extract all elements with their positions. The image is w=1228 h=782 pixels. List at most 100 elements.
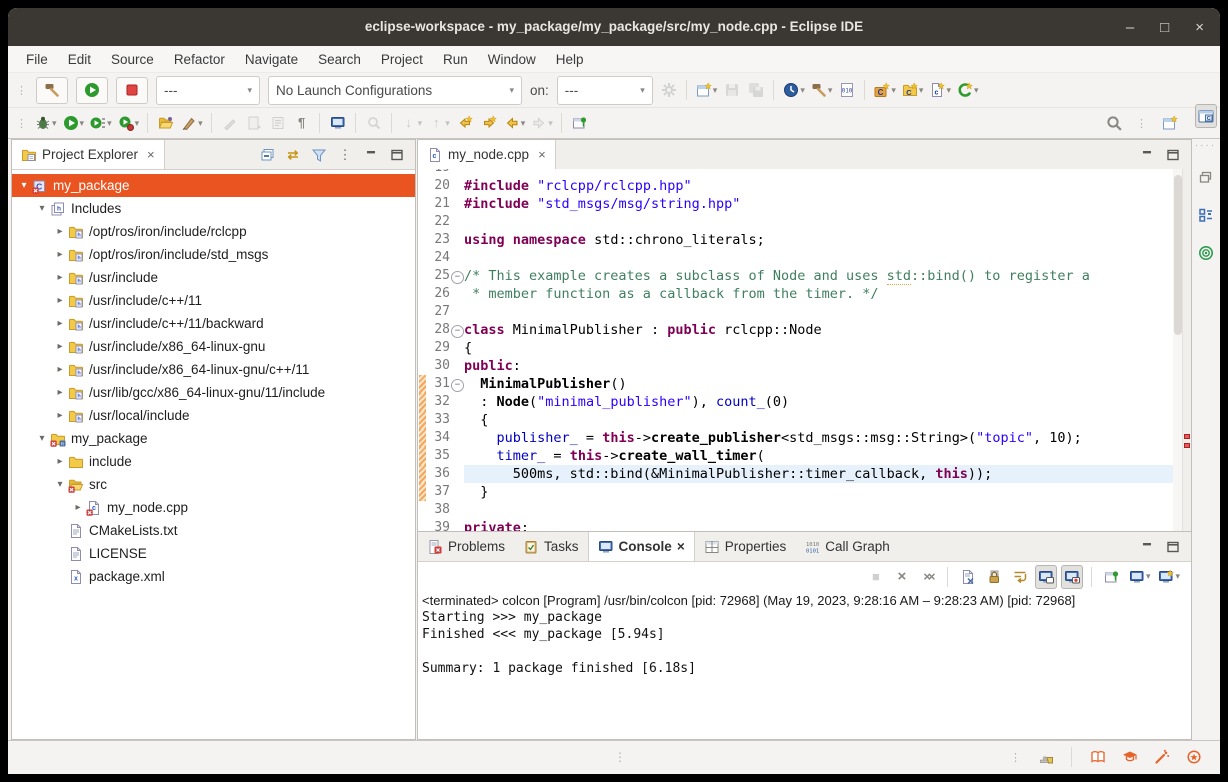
debug-last-button[interactable]: ▾ xyxy=(781,78,807,102)
close-icon[interactable]: × xyxy=(677,539,685,554)
launch-mode-combo[interactable]: ---▾ xyxy=(156,76,260,105)
tree-item[interactable]: LICENSE xyxy=(12,542,415,565)
expander-icon[interactable]: ▸ xyxy=(52,226,68,237)
tab-project-explorer[interactable]: Project Explorer× xyxy=(12,140,165,169)
project-tree[interactable]: ▾Cmy_package▾hIncludes▸h/opt/ros/iron/in… xyxy=(12,169,415,739)
fold-collapse-icon[interactable]: − xyxy=(451,325,464,338)
debug-button[interactable]: ▾ xyxy=(33,111,59,135)
launch-build-button[interactable] xyxy=(36,77,68,104)
expander-icon[interactable]: ▾ xyxy=(34,433,50,444)
toggle-mark-button[interactable] xyxy=(219,111,241,135)
tree-item[interactable]: ▾Rmy_package xyxy=(12,427,415,450)
link-doc-button[interactable] xyxy=(243,111,265,135)
pin-editor-button[interactable] xyxy=(569,111,591,135)
tree-item[interactable]: ▾src xyxy=(12,473,415,496)
remove-launch-button[interactable]: × xyxy=(891,565,913,589)
community-button[interactable] xyxy=(1183,745,1205,769)
tab-problems[interactable]: Problems xyxy=(418,532,514,561)
display-console-button[interactable]: ▾ xyxy=(1127,565,1153,589)
show-whitespace-button[interactable]: ¶ xyxy=(291,111,313,135)
next-annotation-button[interactable]: ↓▾ xyxy=(399,111,425,135)
tree-item[interactable]: ▸h/opt/ros/iron/include/std_msgs xyxy=(12,243,415,266)
tab-call-graph[interactable]: 10100101Call Graph xyxy=(795,532,899,561)
last-edit-location-button[interactable] xyxy=(454,111,476,135)
menu-help[interactable]: Help xyxy=(546,50,594,69)
tab-properties[interactable]: Properties xyxy=(695,532,796,561)
back-history-button[interactable]: ▾ xyxy=(502,111,528,135)
menu-file[interactable]: File xyxy=(16,50,58,69)
tree-item[interactable]: ▾Cmy_package xyxy=(12,174,415,197)
remove-all-terminated-button[interactable]: ×× xyxy=(917,565,939,589)
menu-project[interactable]: Project xyxy=(371,50,433,69)
new-wizard-button[interactable]: ▾ xyxy=(694,78,720,102)
show-on-stderr-button[interactable] xyxy=(1061,565,1083,589)
menu-search[interactable]: Search xyxy=(308,50,371,69)
view-menu-button[interactable]: ⋮ xyxy=(334,143,356,167)
expander-icon[interactable]: ▸ xyxy=(52,364,68,375)
open-perspective-button[interactable] xyxy=(1159,111,1181,135)
maximize-view-button[interactable] xyxy=(1162,143,1184,167)
save-button[interactable] xyxy=(721,78,743,102)
tree-item[interactable]: ▸h/usr/local/include xyxy=(12,404,415,427)
new-cpp-project-button[interactable]: C▾ xyxy=(900,78,926,102)
open-task-button[interactable] xyxy=(155,111,177,135)
minimize-view-button[interactable] xyxy=(1136,535,1158,559)
scroll-lock-button[interactable] xyxy=(983,565,1005,589)
tab-console[interactable]: Console× xyxy=(588,532,695,561)
learn-button[interactable] xyxy=(1119,745,1141,769)
close-button[interactable]: × xyxy=(1195,19,1204,36)
maximize-view-button[interactable] xyxy=(386,143,408,167)
expander-icon[interactable]: ▸ xyxy=(52,272,68,283)
forward-history-button[interactable]: ▾ xyxy=(529,111,555,135)
clear-console-button[interactable] xyxy=(957,565,979,589)
menu-navigate[interactable]: Navigate xyxy=(235,50,308,69)
expander-icon[interactable]: ▸ xyxy=(52,456,68,467)
tab-my-node-cpp[interactable]: cmy_node.cpp× xyxy=(418,140,556,169)
launch-config-combo[interactable]: No Launch Configurations▾ xyxy=(268,76,522,105)
launch-target-combo[interactable]: ---▾ xyxy=(557,76,653,105)
launch-run-button[interactable] xyxy=(76,77,108,104)
minimize-view-button[interactable] xyxy=(1136,143,1158,167)
link-with-editor-button[interactable]: ⇄ xyxy=(282,143,304,167)
tree-item[interactable]: ▸include xyxy=(12,450,415,473)
tree-item[interactable]: ▸cmy_node.cpp xyxy=(12,496,415,519)
overview-ruler[interactable] xyxy=(1182,169,1191,531)
show-source-button[interactable] xyxy=(267,111,289,135)
new-c-project-button[interactable]: C▾ xyxy=(872,78,898,102)
word-wrap-button[interactable] xyxy=(1009,565,1031,589)
tree-item[interactable]: CMakeLists.txt xyxy=(12,519,415,542)
tree-item[interactable]: ▸h/usr/include/c++/11/backward xyxy=(12,312,415,335)
tree-item[interactable]: ▸h/usr/include xyxy=(12,266,415,289)
menu-window[interactable]: Window xyxy=(478,50,546,69)
open-binary-button[interactable]: 010 xyxy=(836,78,858,102)
build-target-view-button[interactable] xyxy=(1195,241,1217,265)
minimize-button[interactable]: – xyxy=(1126,19,1134,36)
tree-item[interactable]: ▸h/usr/include/x86_64-linux-gnu xyxy=(12,335,415,358)
editor-write-mode-button[interactable] xyxy=(1035,745,1057,769)
maximize-button[interactable]: □ xyxy=(1160,19,1169,36)
menu-source[interactable]: Source xyxy=(101,50,164,69)
next-edit-location-button[interactable] xyxy=(478,111,500,135)
close-icon[interactable]: × xyxy=(147,147,155,162)
expander-icon[interactable]: ▸ xyxy=(52,249,68,260)
expander-icon[interactable]: ▾ xyxy=(16,180,32,191)
editor-text-area[interactable]: #include "rclcpp/rclcpp.hpp"#include "st… xyxy=(464,169,1173,531)
expander-icon[interactable]: ▾ xyxy=(34,203,50,214)
code-editor[interactable]: 19202122232425−262728−293031−32333435363… xyxy=(418,169,1191,531)
menu-edit[interactable]: Edit xyxy=(58,50,101,69)
new-class-button[interactable]: ▾ xyxy=(955,78,981,102)
scrollbar-thumb[interactable] xyxy=(1174,175,1182,335)
expander-icon[interactable]: ▸ xyxy=(70,502,86,513)
maximize-view-button[interactable] xyxy=(1162,535,1184,559)
run-coverage-button[interactable]: ▾ xyxy=(88,111,114,135)
expander-icon[interactable]: ▸ xyxy=(52,295,68,306)
terminate-button[interactable]: ■ xyxy=(865,565,887,589)
tree-item[interactable]: ▸h/opt/ros/iron/include/rclcpp xyxy=(12,220,415,243)
expander-icon[interactable]: ▸ xyxy=(52,387,68,398)
tab-tasks[interactable]: Tasks xyxy=(514,532,588,561)
launch-stop-button[interactable] xyxy=(116,77,148,104)
expander-icon[interactable]: ▾ xyxy=(52,479,68,490)
restore-view-button[interactable] xyxy=(1195,165,1217,189)
cpp-perspective-button[interactable]: C xyxy=(1195,104,1217,128)
outline-view-button[interactable] xyxy=(1195,203,1217,227)
